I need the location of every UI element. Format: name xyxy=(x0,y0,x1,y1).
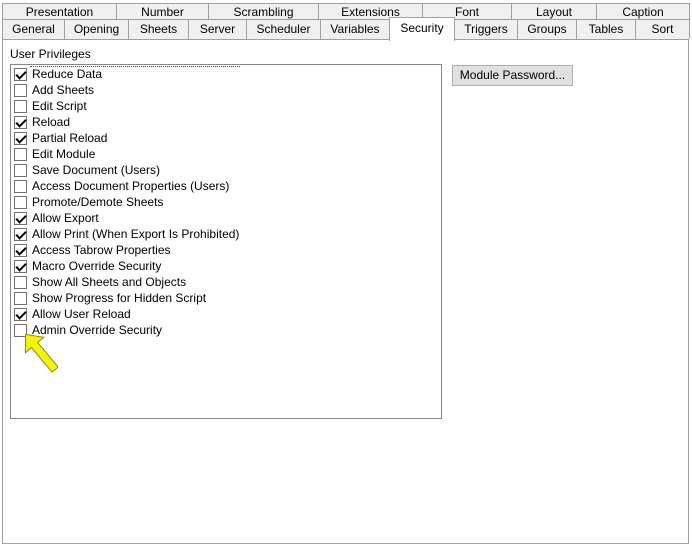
privilege-checkbox[interactable] xyxy=(14,228,27,241)
tab-sheets[interactable]: Sheets xyxy=(128,19,189,39)
tab-label: Layout xyxy=(535,5,573,19)
privilege-label: Access Tabrow Properties xyxy=(32,243,171,257)
tab-variables[interactable]: Variables xyxy=(320,19,390,39)
tab-triggers[interactable]: Triggers xyxy=(454,19,518,39)
privilege-checkbox[interactable] xyxy=(14,116,27,129)
tab-label: Tables xyxy=(588,22,624,36)
tab-sort[interactable]: Sort xyxy=(635,19,690,39)
tab-security[interactable]: Security xyxy=(389,17,455,41)
privilege-checkbox[interactable] xyxy=(14,276,27,289)
privilege-label: Show All Sheets and Objects xyxy=(32,275,187,289)
tab-label: Security xyxy=(400,21,444,35)
user-privileges-list[interactable]: Reduce Data Add Sheets Edit Script Reload Pa… xyxy=(10,64,442,419)
privilege-checkbox[interactable] xyxy=(14,292,27,305)
tab-label: Caption xyxy=(622,5,664,19)
tab-label: Server xyxy=(199,22,236,36)
privilege-checkbox[interactable] xyxy=(14,164,27,177)
tab-label: Scrambling xyxy=(233,5,294,19)
tab-number[interactable]: Number xyxy=(116,3,209,19)
tab-presentation[interactable]: Presentation xyxy=(2,3,117,19)
privilege-checkbox[interactable] xyxy=(14,308,27,321)
privilege-checkbox[interactable] xyxy=(14,148,27,161)
tab-label: Variables xyxy=(330,22,380,36)
privilege-checkbox[interactable] xyxy=(14,196,27,209)
privilege-checkbox[interactable] xyxy=(14,180,27,193)
privilege-label: Macro Override Security xyxy=(32,259,162,273)
tab-label: Number xyxy=(141,5,184,19)
privilege-label: Show Progress for Hidden Script xyxy=(32,291,207,305)
privilege-label: Reload xyxy=(32,115,71,129)
tab-label: Scheduler xyxy=(256,22,311,36)
tab-scrambling[interactable]: Scrambling xyxy=(208,3,319,19)
tab-server[interactable]: Server xyxy=(188,19,247,39)
tab-label: Sheets xyxy=(139,22,178,36)
privilege-label: Reduce Data xyxy=(32,67,103,81)
privilege-label: Add Sheets xyxy=(32,83,95,97)
tab-label: Sort xyxy=(651,22,674,36)
tab-scheduler[interactable]: Scheduler xyxy=(246,19,321,39)
privilege-checkbox[interactable] xyxy=(14,132,27,145)
privilege-label: Partial Reload xyxy=(32,131,108,145)
tab-general[interactable]: General xyxy=(2,19,65,39)
privilege-label: Allow User Reload xyxy=(32,307,131,321)
tab-label: Opening xyxy=(73,22,120,36)
privilege-checkbox[interactable] xyxy=(14,244,27,257)
tab-groups[interactable]: Groups xyxy=(517,19,577,39)
privilege-label: Promote/Demote Sheets xyxy=(32,195,164,209)
tab-label: Triggers xyxy=(464,22,508,36)
tab-label: Font xyxy=(454,5,479,19)
privilege-checkbox[interactable] xyxy=(14,68,27,81)
tab-label: Presentation xyxy=(25,5,94,19)
privilege-checkbox[interactable] xyxy=(14,212,27,225)
user-privileges-label: User Privileges xyxy=(10,47,91,61)
privilege-checkbox[interactable] xyxy=(14,84,27,97)
tab-caption[interactable]: Caption xyxy=(596,3,690,19)
focus-indicator xyxy=(30,66,240,67)
privilege-checkbox[interactable] xyxy=(14,100,27,113)
tab-tables[interactable]: Tables xyxy=(576,19,636,39)
arrow-shape xyxy=(24,333,58,373)
tab-label: Groups xyxy=(527,22,567,36)
privilege-label: Access Document Properties (Users) xyxy=(32,179,230,193)
tab-label: General xyxy=(12,22,55,36)
tab-layout[interactable]: Layout xyxy=(511,3,597,19)
privilege-label: Allow Export xyxy=(32,211,99,225)
tab-opening[interactable]: Opening xyxy=(64,19,129,39)
module-password-button[interactable]: Module Password... xyxy=(452,65,573,86)
privilege-checkbox[interactable] xyxy=(14,260,27,273)
privilege-label: Save Document (Users) xyxy=(32,163,161,177)
privilege-label: Edit Script xyxy=(32,99,87,113)
privilege-label: Edit Module xyxy=(32,147,96,161)
privilege-label: Allow Print (When Export Is Prohibited) xyxy=(32,227,240,241)
pointer-arrow-icon xyxy=(24,333,58,373)
